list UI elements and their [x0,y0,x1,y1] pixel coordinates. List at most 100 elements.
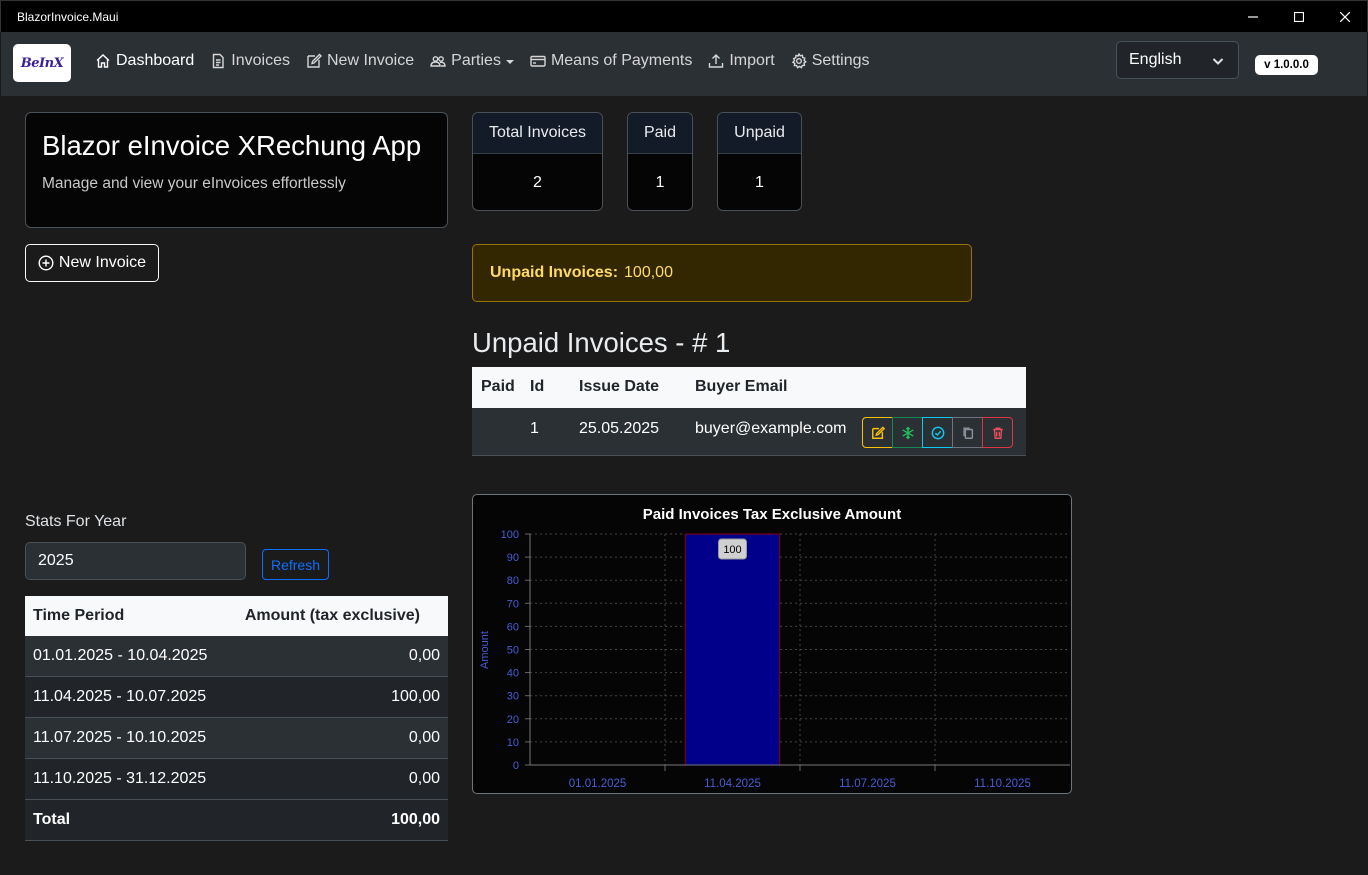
nav-item-invoices[interactable]: Invoices [210,52,290,70]
people-icon [430,56,446,67]
column-header[interactable]: Buyer Email [695,378,787,396]
stat-label: Unpaid [718,113,801,154]
plus-circle-icon [38,255,54,271]
copy-icon [962,426,973,439]
x-tick-label: 11.10.2025 [974,778,1031,790]
cell-period: 11.10.2025 - 31.12.2025 [33,770,207,787]
cell-id: 1 [530,420,539,437]
logo-text: BeInX [20,55,64,71]
language-value: English [1129,51,1182,68]
trash-icon [992,426,1003,439]
nav-label: New Invoice [326,52,415,69]
upload-icon [709,54,724,68]
total-label: Total [33,811,71,828]
y-tick-label: 0 [513,760,519,772]
credit-card-icon [530,55,546,67]
check-circle-icon [931,426,944,439]
nav-label: Dashboard [116,52,195,69]
top-navbar: BeInX Dashboard Invoices New Invoice Par… [1,32,1367,96]
stat-label: Paid [628,113,692,154]
nav-label: Parties [451,52,501,69]
chevron-down-icon [505,60,514,64]
new-invoice-label: New Invoice [58,254,147,271]
table-row: 01.01.2025 - 10.04.2025 0,00 [25,636,448,677]
x-tick-label: 11.04.2025 [704,778,761,790]
column-header[interactable]: Paid [481,378,515,396]
cell-amount: 0,00 [408,647,440,664]
nav-item-dashboard[interactable]: Dashboard [95,52,194,70]
maximize-button[interactable] [1276,1,1322,33]
nav-item-parties[interactable]: Parties [430,52,514,70]
cell-amount: 100,00 [391,688,440,705]
chart-bars: 100 [684,533,781,766]
chart-title: Paid Invoices Tax Exclusive Amount [643,506,901,523]
x-tick-label: 11.07.2025 [839,778,896,790]
nav-label: Invoices [231,52,290,69]
cell-amount: 0,00 [408,770,440,787]
new-invoice-button[interactable]: New Invoice [25,244,159,282]
house-icon [96,54,110,68]
chevron-down-icon [1212,58,1224,65]
nav-item-means-of-payments[interactable]: Means of Payments [530,52,692,70]
chart-ticks: 0 10 20 30 40 50 60 70 80 90 100 01.01.2025 11.04.20… [501,529,1070,790]
edit-icon [871,425,885,439]
paid-invoices-chart: Paid Invoices Tax Exclusive Amount Amoun… [472,494,1072,794]
year-input[interactable]: 2025 [25,542,246,580]
cell-period: 11.07.2025 - 10.10.2025 [33,729,207,746]
refresh-button[interactable]: Refresh [262,549,329,580]
edit-button[interactable] [862,417,893,448]
table-row: 11.04.2025 - 10.07.2025 100,00 [25,677,448,718]
minimize-button[interactable] [1230,1,1276,33]
nav-item-settings[interactable]: Settings [791,52,870,70]
page-subtitle: Manage and view your eInvoices effortles… [42,175,346,192]
hero-card: Blazor eInvoice XRechung App Manage and … [25,112,448,228]
chart-grid [530,533,1070,765]
nav-label: Settings [811,52,870,69]
y-axis-label: Amount [479,631,491,669]
language-select[interactable]: English [1116,41,1239,79]
y-tick-label: 40 [507,668,519,680]
close-icon [1340,12,1350,22]
unpaid-section-title: Unpaid Invoices - # 1 [472,327,731,358]
xml-button[interactable] [892,417,923,448]
y-tick-label: 80 [507,575,519,587]
document-icon [213,53,224,69]
data-label: 100 [723,544,741,556]
chart-bar [684,533,781,766]
cell-issue-date: 25.05.2025 [579,420,660,437]
nav-item-new-invoice[interactable]: New Invoice [306,52,414,70]
table-row: 11.07.2025 - 10.10.2025 0,00 [25,718,448,759]
mark-paid-button[interactable] [922,417,953,448]
alert-value: 100,00 [624,264,673,281]
chart-canvas: Paid Invoices Tax Exclusive Amount Amoun… [479,506,1070,790]
delete-button[interactable] [982,417,1013,448]
app-logo[interactable]: BeInX [13,44,71,82]
minimize-icon [1248,16,1258,18]
stat-value: 2 [533,173,542,191]
alert-label: Unpaid Invoices: [490,264,619,281]
close-button[interactable] [1322,1,1368,33]
year-stats-table: Time Period Amount (tax exclusive) 01.01… [25,596,448,841]
column-header[interactable]: Id [530,378,544,396]
copy-button[interactable] [952,417,983,448]
cell-amount: 0,00 [408,729,440,746]
window-titlebar: BlazorInvoice.Maui [0,0,1368,32]
column-header[interactable]: Issue Date [579,378,659,396]
unpaid-alert: Unpaid Invoices: 100,00 [472,244,972,302]
y-tick-label: 60 [507,621,519,633]
window-title: BlazorInvoice.Maui [17,10,119,24]
snowflake-icon [901,426,914,439]
row-actions [862,417,1013,448]
stat-value: 1 [655,173,665,191]
nav-item-import[interactable]: Import [708,52,775,70]
column-header: Time Period [33,607,125,624]
nav-label: Means of Payments [550,52,693,69]
y-tick-label: 100 [501,529,519,541]
x-tick-label: 01.01.2025 [569,778,627,790]
y-tick-label: 50 [507,645,519,657]
y-tick-label: 30 [507,691,519,703]
y-tick-label: 70 [507,598,519,610]
edit-icon [307,53,322,68]
table-row[interactable]: 1 25.05.2025 buyer@example.com [472,408,1026,456]
total-invoices-card: Total Invoices 2 [472,112,603,211]
